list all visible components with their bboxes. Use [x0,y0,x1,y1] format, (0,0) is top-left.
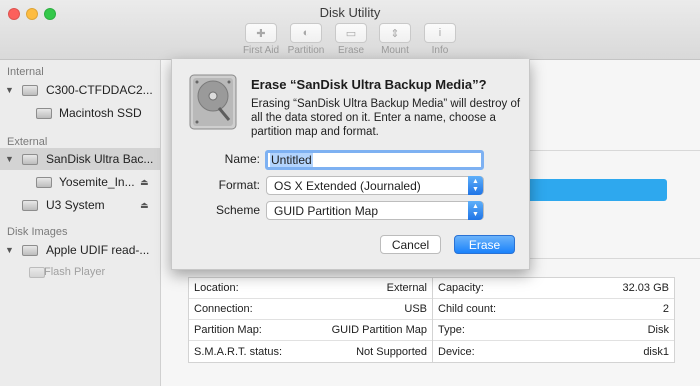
info-row: S.M.A.R.T. status: Not Supported [189,341,432,362]
sidebar-item-apple-udif[interactable]: ▼ Apple UDIF read-... [0,239,160,261]
info-row: Location: External [189,278,432,299]
disclosure-triangle-icon[interactable]: ▼ [5,154,14,164]
format-select[interactable]: OS X Extended (Journaled) ▲ ▼ [266,176,484,195]
scheme-label: Scheme [215,203,260,217]
section-internal: Internal [7,66,44,78]
disk-image-icon [22,244,38,256]
info-table: Location: External Connection: USB Parti… [188,277,675,363]
chevron-up-down-icon: ▲ ▼ [468,201,483,220]
scheme-select[interactable]: GUID Partition Map ▲ ▼ [266,201,484,220]
info-value: 2 [662,303,669,315]
mount-label: Mount [381,45,409,56]
window-title: Disk Utility [319,5,381,20]
sidebar-item-c300[interactable]: ▼ C300-CTFDDAC2... [0,79,160,101]
volume-icon [29,266,45,278]
cancel-button[interactable]: Cancel [380,235,441,254]
sidebar-item-label: U3 System [46,198,105,212]
sidebar-item-label: Yosemite_In... [59,175,135,189]
info-row: Child count: 2 [433,299,674,320]
stethoscope-icon: ✚ [245,23,277,43]
name-field[interactable]: Untitled [265,150,484,170]
erase-label: Erase [337,45,365,56]
info-row: Type: Disk [433,320,674,341]
sheet-title: Erase “SanDisk Ultra Backup Media”? [251,77,487,92]
info-value: disk1 [643,345,669,358]
section-disk-images: Disk Images [7,226,68,238]
sidebar-item-label: SanDisk Ultra Bac... [46,152,154,166]
name-field-value: Untitled [270,153,313,167]
partition-label: Partition [287,45,325,56]
sidebar-item-label: Flash Player [44,266,106,278]
erase-button[interactable]: ▭ Erase [329,23,373,56]
chevron-up-down-icon: ▲ ▼ [468,176,483,195]
disclosure-triangle-icon[interactable]: ▼ [5,245,14,255]
info-value: Not Supported [356,345,427,358]
info-value: 32.03 GB [622,282,669,294]
volume-icon [36,176,52,188]
info-key: Type: [438,324,465,336]
info-label: Info [431,45,449,56]
sheet-message: Erasing “SanDisk Ultra Backup Media” wil… [251,98,521,138]
disk-icon [22,153,38,165]
partition-icon: ◐ [290,23,322,43]
hard-drive-icon [189,74,237,130]
toolbar: Disk Utility ✚ First Aid ◐ Partition ▭ E… [0,0,700,60]
info-key: Device: [438,345,475,358]
info-row: Partition Map: GUID Partition Map [189,320,432,341]
disk-icon [22,84,38,96]
mount-button[interactable]: ⇕ Mount [373,23,417,56]
section-external: External [7,136,48,148]
sidebar-item-sandisk[interactable]: ▼ SanDisk Ultra Bac... [0,148,160,170]
info-key: Child count: [438,303,497,315]
partition-button[interactable]: ◐ Partition [284,23,328,56]
info-row: Device: disk1 [433,341,674,362]
erase-confirm-button[interactable]: Erase [454,235,515,254]
sidebar-item-label: C300-CTFDDAC2... [46,83,153,97]
divider [530,258,700,259]
sidebar-item-label: Macintosh SSD [59,106,142,120]
sidebar-item-yosemite[interactable]: Yosemite_In... ⏏ [0,171,160,193]
disclosure-triangle-icon[interactable]: ▼ [5,85,14,95]
info-row: Capacity: 32.03 GB [433,278,674,299]
info-key: Location: [194,282,239,294]
info-row: Connection: USB [189,299,432,320]
scheme-select-value: GUID Partition Map [274,203,379,218]
divider [530,150,700,151]
format-label: Format: [218,178,260,192]
info-value: External [386,282,427,294]
erase-sheet: Erase “SanDisk Ultra Backup Media”? Eras… [171,59,530,270]
info-key: Partition Map: [194,324,262,336]
sidebar-item-u3-system[interactable]: U3 System ⏏ [0,194,160,216]
format-select-value: OS X Extended (Journaled) [274,178,421,193]
erase-icon: ▭ [335,23,367,43]
first-aid-label: First Aid [242,45,280,56]
info-key: Connection: [194,303,253,315]
name-label: Name: [224,152,260,166]
sidebar-item-label: Apple UDIF read-... [46,243,150,257]
info-button[interactable]: i Info [418,23,462,56]
info-key: Capacity: [438,282,484,294]
info-value: Disk [647,324,669,336]
mount-icon: ⇕ [379,23,411,43]
info-value: USB [404,303,427,315]
info-icon: i [424,23,456,43]
sidebar: Internal ▼ C300-CTFDDAC2... Macintosh SS… [0,60,161,386]
eject-icon[interactable]: ⏏ [140,177,149,188]
sidebar-item-flash-player[interactable]: Flash Player [0,261,160,283]
disk-utility-window: Disk Utility ✚ First Aid ◐ Partition ▭ E… [0,0,700,386]
disk-icon [22,199,38,211]
eject-icon[interactable]: ⏏ [140,200,149,211]
first-aid-button[interactable]: ✚ First Aid [239,23,283,56]
info-key: S.M.A.R.T. status: [194,345,283,358]
volume-icon [36,107,52,119]
info-value: GUID Partition Map [331,324,427,336]
sidebar-item-macintosh-ssd[interactable]: Macintosh SSD [0,102,160,124]
